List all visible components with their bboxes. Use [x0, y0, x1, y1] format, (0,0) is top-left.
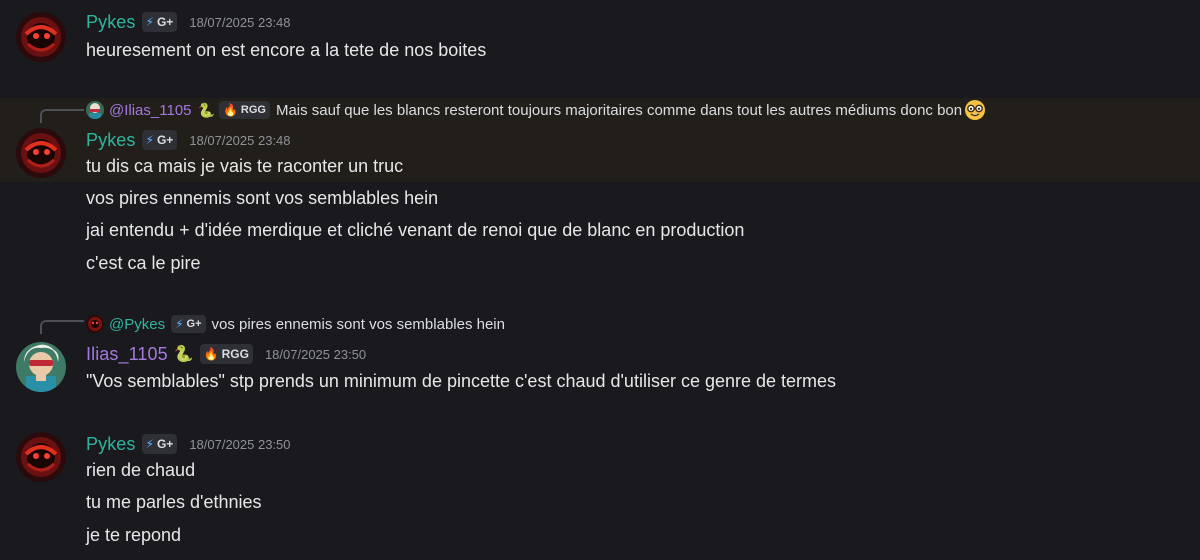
message-text: tu dis ca mais je vais te raconter un tr… — [86, 156, 404, 176]
timestamp: 18/07/2025 23:48 — [189, 132, 291, 148]
message-group: Pykes ⚡ G+ 18/07/2025 23:50 rien de chau… — [0, 424, 1200, 560]
snake-icon: 🐍 — [173, 346, 194, 363]
username[interactable]: Pykes — [86, 434, 136, 455]
avatar-pykes[interactable] — [16, 432, 66, 482]
message-header: Pykes ⚡ G+ 18/07/2025 23:50 — [86, 432, 291, 456]
flame-icon: 🔥 — [222, 103, 238, 117]
flame-icon: 🔥 — [203, 347, 219, 361]
reply-avatar-pykes — [86, 315, 104, 333]
timestamp: 18/07/2025 23:50 — [264, 346, 367, 362]
message-text: je te repond — [86, 525, 182, 545]
guild-tag-label: G+ — [156, 15, 174, 29]
username[interactable]: Pykes — [86, 130, 136, 151]
message-group: Pykes ⚡ G+ 18/07/2025 23:48 heuresement … — [0, 0, 1200, 92]
bolt-icon: ⚡ — [145, 437, 154, 451]
bolt-icon: ⚡ — [145, 133, 154, 147]
guild-tag[interactable]: ⚡ G+ — [141, 130, 178, 150]
chat-log: Pykes ⚡ G+ 18/07/2025 23:48 heuresement … — [0, 0, 1200, 560]
avatar-pykes[interactable] — [16, 12, 66, 62]
message-text: vos pires ennemis sont vos semblables he… — [86, 188, 439, 208]
reply-author: @Pykes — [109, 315, 166, 333]
nerd-face-emoji-icon — [964, 99, 986, 121]
guild-tag[interactable]: ⚡ G+ — [141, 434, 178, 454]
reply-guild-tag: 🔥 RGG — [218, 101, 270, 119]
message-group: @Pykes ⚡ G+ vos pires ennemis sont vos s… — [0, 312, 1200, 400]
reply-preview[interactable]: @Ilias_1105 🐍 🔥 RGG Mais sauf que les bl… — [86, 99, 986, 121]
reply-spine — [40, 109, 84, 123]
message-group-highlighted: @Ilias_1105 🐍 🔥 RGG Mais sauf que les bl… — [0, 98, 1200, 182]
message-text: heuresement on est encore a la tete de n… — [86, 40, 487, 60]
reply-preview[interactable]: @Pykes ⚡ G+ vos pires ennemis sont vos s… — [86, 313, 505, 335]
reply-spine — [40, 320, 84, 334]
reply-guild-tag-label: RGG — [240, 104, 266, 116]
guild-tag[interactable]: 🔥 RGG — [199, 344, 253, 364]
reply-text: Mais sauf que les blancs resteront toujo… — [275, 101, 963, 119]
timestamp: 18/07/2025 23:50 — [189, 436, 291, 452]
avatar-pykes[interactable] — [16, 128, 66, 178]
reply-guild-tag: ⚡ G+ — [171, 315, 206, 333]
message-text: c'est ca le pire — [86, 253, 201, 273]
snake-icon: 🐍 — [197, 101, 215, 118]
reply-guild-tag-label: G+ — [186, 318, 202, 330]
message-text: jai entendu + d'idée merdique et cliché … — [86, 220, 745, 240]
guild-tag-label: G+ — [156, 437, 174, 451]
username[interactable]: Pykes — [86, 12, 136, 33]
reply-author: @Ilias_1105 — [109, 101, 192, 119]
avatar-ilias[interactable] — [16, 342, 66, 392]
timestamp: 18/07/2025 23:48 — [189, 14, 291, 30]
message-text: tu me parles d'ethnies — [86, 492, 262, 512]
message-header: Pykes ⚡ G+ 18/07/2025 23:48 — [86, 10, 291, 34]
guild-tag[interactable]: ⚡ G+ — [141, 12, 178, 32]
username[interactable]: Ilias_1105 — [86, 344, 168, 365]
bolt-icon: ⚡ — [145, 15, 154, 29]
reply-avatar-ilias — [86, 101, 104, 119]
reply-text: vos pires ennemis sont vos semblables he… — [211, 315, 505, 333]
message-text: "Vos semblables" stp prends un minimum d… — [86, 371, 837, 391]
guild-tag-label: RGG — [221, 347, 249, 361]
guild-tag-label: G+ — [156, 133, 174, 147]
message-header: Pykes ⚡ G+ 18/07/2025 23:48 — [86, 128, 291, 152]
message-text: rien de chaud — [86, 460, 196, 480]
bolt-icon: ⚡ — [175, 317, 184, 331]
message-header: Ilias_1105 🐍 🔥 RGG 18/07/2025 23:50 — [86, 342, 366, 366]
